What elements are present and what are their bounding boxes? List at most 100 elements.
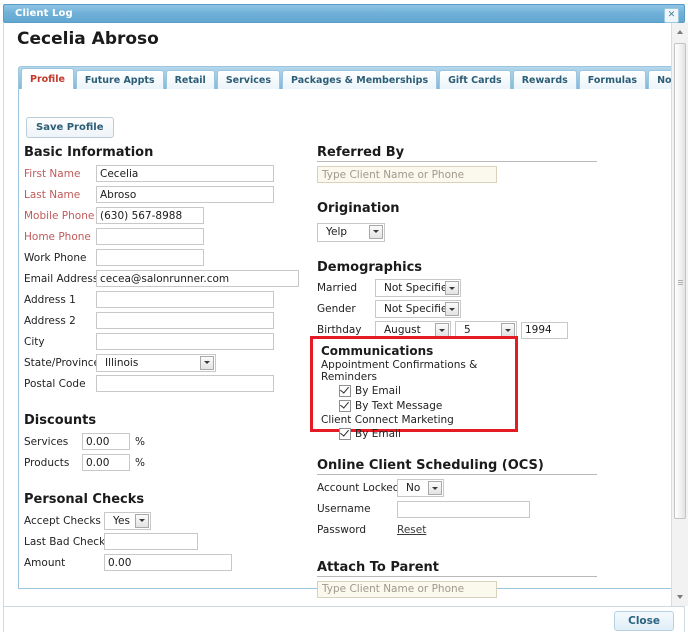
- field-last-name: Last Name: [24, 185, 299, 204]
- field-mobile-phone: Mobile Phone: [24, 206, 299, 225]
- field-home-phone: Home Phone: [24, 227, 299, 246]
- first-name-label: First Name: [24, 168, 96, 180]
- state-province-value: Illinois: [97, 357, 158, 369]
- last-name-label: Last Name: [24, 189, 96, 201]
- chevron-down-icon: [445, 302, 459, 316]
- postal-code-input[interactable]: [96, 375, 274, 392]
- work-phone-label: Work Phone: [24, 252, 96, 264]
- client-log-modal: Client Log ✕ Cecelia Abroso Profile Futu…: [0, 0, 688, 632]
- state-province-select[interactable]: Illinois: [96, 354, 216, 372]
- chevron-down-icon[interactable]: [673, 590, 687, 604]
- gender-label: Gender: [317, 303, 375, 315]
- field-postal-code: Postal Code: [24, 374, 299, 393]
- gender-select[interactable]: Not Specified: [375, 300, 461, 318]
- field-address-1: Address 1: [24, 290, 299, 309]
- discount-products-input[interactable]: [82, 454, 130, 471]
- first-name-input[interactable]: [96, 165, 274, 182]
- field-discount-products: Products %: [24, 453, 299, 472]
- address-2-input[interactable]: [96, 312, 274, 329]
- tab-formulas[interactable]: Formulas: [579, 70, 646, 90]
- mobile-phone-label: Mobile Phone: [24, 210, 96, 222]
- chevron-down-icon: [200, 356, 214, 370]
- discount-services-percent: %: [135, 436, 145, 448]
- home-phone-input[interactable]: [96, 228, 204, 245]
- chevron-down-icon: [135, 514, 149, 528]
- tab-rewards[interactable]: Rewards: [513, 70, 577, 90]
- page-title: Cecelia Abroso: [17, 29, 159, 49]
- work-phone-input[interactable]: [96, 249, 204, 266]
- accept-checks-select[interactable]: Yes: [104, 512, 151, 530]
- marketing-by-email-checkbox[interactable]: [339, 428, 351, 440]
- birthday-year-input[interactable]: [521, 322, 568, 339]
- discount-products-label: Products: [24, 457, 82, 469]
- field-married: Married Not Specified: [317, 279, 597, 298]
- modal-footer: Close: [3, 606, 685, 632]
- tab-profile[interactable]: Profile: [21, 68, 74, 90]
- modal-body: Cecelia Abroso Profile Future Appts Reta…: [3, 23, 685, 606]
- chevron-down-icon: [445, 281, 459, 295]
- address-1-input[interactable]: [96, 291, 274, 308]
- chevron-down-icon: [501, 323, 515, 337]
- ocs-password-reset-link[interactable]: Reset: [397, 524, 426, 536]
- origination-heading: Origination: [317, 201, 597, 216]
- city-input[interactable]: [96, 333, 274, 350]
- last-bad-check-input[interactable]: [104, 533, 198, 550]
- chevron-down-icon: [369, 225, 383, 239]
- discount-services-input[interactable]: [82, 433, 130, 450]
- discounts-heading: Discounts: [24, 413, 299, 428]
- attach-to-parent-input[interactable]: [317, 581, 497, 598]
- birthday-month-value: August: [376, 324, 441, 336]
- chevron-up-icon[interactable]: [673, 25, 687, 39]
- modal-scrollbar[interactable]: [671, 23, 688, 606]
- field-city: City: [24, 332, 299, 351]
- check-amount-input[interactable]: [104, 554, 232, 571]
- referred-by-input[interactable]: [317, 166, 497, 183]
- account-locked-select[interactable]: No: [397, 479, 444, 497]
- appt-by-text-message-checkbox[interactable]: [339, 400, 351, 412]
- field-address-2: Address 2: [24, 311, 299, 330]
- ocs-username-label: Username: [317, 503, 397, 515]
- origination-select[interactable]: Yelp: [317, 223, 385, 242]
- field-email-address: Email Address: [24, 269, 299, 288]
- close-icon[interactable]: ✕: [664, 8, 679, 23]
- mobile-phone-input[interactable]: [96, 207, 204, 224]
- origination-value: Yelp: [318, 226, 367, 238]
- married-label: Married: [317, 282, 375, 294]
- appointment-confirmations-label: Appointment Confirmations & Reminders: [321, 359, 507, 383]
- tab-services[interactable]: Services: [217, 70, 280, 90]
- field-discount-services: Services %: [24, 432, 299, 451]
- scrollbar-thumb[interactable]: [674, 43, 686, 519]
- home-phone-label: Home Phone: [24, 231, 96, 243]
- referred-by-heading: Referred By: [317, 145, 597, 162]
- close-button[interactable]: Close: [614, 611, 674, 631]
- ocs-heading: Online Client Scheduling (OCS): [317, 458, 597, 475]
- field-ocs-password: Password Reset: [317, 521, 597, 540]
- email-address-input[interactable]: [96, 270, 299, 287]
- checkbox-row-appt-email: By Email: [339, 384, 507, 398]
- check-amount-label: Amount: [24, 557, 104, 569]
- basic-information-heading: Basic Information: [24, 145, 299, 160]
- demographics-heading: Demographics: [317, 260, 597, 275]
- ocs-username-input[interactable]: [397, 501, 530, 518]
- scrollbar-grip: [678, 280, 683, 285]
- accept-checks-label: Accept Checks: [24, 515, 104, 527]
- last-name-input[interactable]: [96, 186, 274, 203]
- tab-packages-memberships[interactable]: Packages & Memberships: [282, 70, 437, 90]
- address-2-label: Address 2: [24, 315, 96, 327]
- field-work-phone: Work Phone: [24, 248, 299, 267]
- attach-to-parent-heading: Attach To Parent: [317, 560, 597, 577]
- save-profile-button[interactable]: Save Profile: [26, 117, 114, 138]
- communications-panel: Communications Appointment Confirmations…: [310, 336, 518, 432]
- appt-by-email-checkbox[interactable]: [339, 385, 351, 397]
- married-select[interactable]: Not Specified: [375, 279, 461, 297]
- address-1-label: Address 1: [24, 294, 96, 306]
- discount-services-label: Services: [24, 436, 82, 448]
- tab-gift-cards[interactable]: Gift Cards: [439, 70, 511, 90]
- chevron-down-icon: [435, 323, 449, 337]
- ocs-password-label: Password: [317, 524, 397, 536]
- field-last-bad-check: Last Bad Check: [24, 532, 299, 551]
- tab-future-appts[interactable]: Future Appts: [76, 70, 164, 90]
- tab-retail[interactable]: Retail: [166, 70, 215, 90]
- field-ocs-username: Username: [317, 500, 597, 519]
- birthday-label: Birthday: [317, 324, 375, 336]
